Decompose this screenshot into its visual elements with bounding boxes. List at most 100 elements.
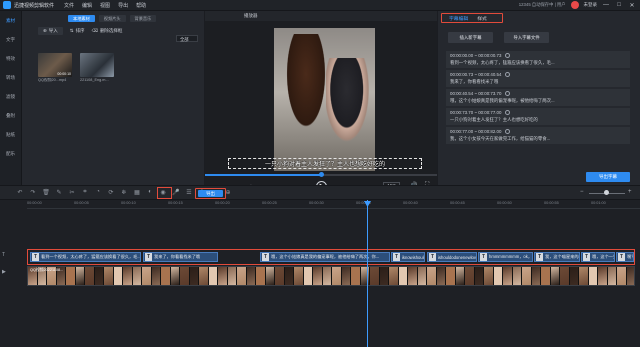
progress-bar[interactable] <box>205 172 437 177</box>
subtitle-clip[interactable]: Tishouldodonenewlov... <box>427 252 477 262</box>
video-frame-thumb <box>541 267 551 285</box>
rail-item-text[interactable]: 文字 <box>0 30 21 49</box>
subtitle-time-row: 00:00:00.73 ~ 00:00:40.54 <box>450 72 626 77</box>
clock-icon[interactable] <box>505 110 511 115</box>
zoom-out-icon[interactable]: − <box>580 189 584 195</box>
trash-icon[interactable]: 🗑 <box>42 189 50 196</box>
export-button[interactable]: 导出 <box>198 190 223 197</box>
rail-item-transitions[interactable]: 转场 <box>0 68 21 87</box>
tab-background-music[interactable]: 背景音乐 <box>129 14 157 22</box>
subtitle-clip[interactable]: Thmmmmmmmm，ok，这个... <box>478 252 533 262</box>
filter-select[interactable]: 全部 <box>176 35 198 42</box>
rail-item-stickers[interactable]: 贴纸 <box>0 125 21 144</box>
subtitle-clip[interactable]: Tiknowishould... <box>391 252 425 262</box>
zoom-slider[interactable]: − + <box>580 189 635 197</box>
media-file[interactable]: 00:00:10 QQ视频20...mp4 <box>38 53 72 83</box>
video-preview[interactable] <box>274 28 375 171</box>
subtitle-time-row: 00:00:77.00 ~ 00:00:82.00 <box>450 129 626 134</box>
playhead[interactable] <box>367 200 368 347</box>
title-right: 12345 自动保存中 | 用户 未登录 — □ ✕ <box>519 1 636 9</box>
mosaic-icon[interactable]: ▦ <box>133 189 141 196</box>
maximize-icon[interactable]: □ <box>615 2 623 8</box>
zoom-in-icon[interactable]: + <box>628 189 632 195</box>
video-frame-thumb <box>151 267 161 285</box>
subtitle-clip[interactable]: T 哦，这个小姑娘真是我的偏宠事呢，被他给嗨了两次，你... <box>260 252 390 262</box>
redo-icon[interactable]: ↷ <box>29 189 37 196</box>
ruler-tick: 00:00:45 <box>450 201 465 205</box>
subtitle-overlay[interactable]: 一只小狗对着主人发狂了？主人也想吃好吃的 <box>228 158 422 169</box>
subtitle-clip[interactable]: T 看到一个视频，太心疼了，猛箍应该换看了很久，毛.. <box>30 252 141 262</box>
rail-item-overlay[interactable]: 叠附 <box>0 106 21 125</box>
color-icon[interactable]: ◐ <box>146 189 154 196</box>
rail-item-media[interactable]: 素材 <box>0 11 21 30</box>
clock-icon[interactable] <box>505 91 511 96</box>
subtitle-clip-text: 嘿？嘿可嘿... <box>627 254 633 259</box>
video-frame-thumb <box>75 267 85 285</box>
media-file[interactable]: 221108_Eng.m... <box>80 53 114 83</box>
subtitle-clip[interactable]: T嘿？嘿可嘿... <box>616 252 634 262</box>
export-subtitle-button[interactable]: 导出字幕 <box>586 172 630 182</box>
rail-item-filters[interactable]: 滤镜 <box>0 87 21 106</box>
video-frame-thumb <box>322 267 332 285</box>
zoom-handle[interactable] <box>604 190 610 195</box>
video-track[interactable]: QQ视频20221108... <box>27 266 635 286</box>
subtitle-item[interactable]: 00:00:40.54 ~ 00:00:73.70 哦，这个小姑娘真是我的偏宠事… <box>446 89 630 106</box>
subtitle-text[interactable]: 我，这个小女孩今天在家做完工作，给猫猫的零食... <box>450 136 626 142</box>
clock-icon[interactable] <box>505 129 511 134</box>
clock-icon[interactable] <box>505 53 511 58</box>
import-button[interactable]: ⊕ 导入 <box>38 27 63 35</box>
video-frame-thumb <box>218 267 228 285</box>
rail-item-music[interactable]: 配乐 <box>0 144 21 163</box>
menu-help[interactable]: 帮助 <box>136 2 146 9</box>
subtitle-text[interactable]: 哦，这个小姑娘真是我的偏宠事呢，被他给嗨了两次... <box>450 98 626 104</box>
menu-file[interactable]: 文件 <box>64 2 74 9</box>
video-frame-thumb <box>208 267 218 285</box>
menu-edit[interactable]: 编辑 <box>82 2 92 9</box>
menu-export[interactable]: 导出 <box>118 2 128 9</box>
subtitle-clip[interactable]: T 我来了，你看看找米了哦 <box>143 252 218 262</box>
progress-handle[interactable] <box>319 172 324 177</box>
subtitle-text[interactable]: 一只小狗对着主人发狂了？主人也想吃好吃的 <box>450 117 626 123</box>
subtitle-clip[interactable]: T我，这个喵星来的小家伙，.. <box>534 252 580 262</box>
clock-icon[interactable] <box>505 72 511 77</box>
import-icon: ⊕ <box>43 28 47 33</box>
subtitle-item[interactable]: 00:00:00.73 ~ 00:00:40.54 我来了，你看看找米了哦 <box>446 70 630 87</box>
undo-icon[interactable]: ↶ <box>16 189 24 196</box>
sort-button[interactable]: ⇅ 排序 <box>70 28 85 34</box>
freeze-icon[interactable]: ❄ <box>120 189 128 196</box>
time-ruler[interactable]: 00:00:00 00:00:05 00:00:10 00:00:15 00:00:20… <box>27 200 640 209</box>
tab-intro-video[interactable]: 视频片头 <box>98 14 126 22</box>
delete-selection-button[interactable]: ⌫ 删除选择框 <box>92 28 123 34</box>
tab-local-media[interactable]: 本地素材 <box>68 14 95 22</box>
import-label: 导入 <box>48 28 58 33</box>
subtitle-actions: 插入新字幕 导入字幕文件 <box>448 32 549 43</box>
sort-label: 排序 <box>75 28 85 33</box>
subtitle-clip[interactable]: T哦，这个一只职业... <box>581 252 615 262</box>
subtitle-text[interactable]: 我来了，你看看找米了哦 <box>450 79 626 85</box>
thumbnail-image <box>80 53 114 77</box>
import-subtitle-button[interactable]: 导入字幕文件 <box>504 32 549 43</box>
crop-icon[interactable]: ⌗ <box>81 189 89 196</box>
close-icon[interactable]: ✕ <box>628 2 636 9</box>
tab-subtitle-edit[interactable]: 字幕编辑 <box>449 15 468 22</box>
list-icon[interactable]: ☰ <box>185 189 193 196</box>
subtitle-text[interactable]: 看到一个视频，太心疼了，猛箍应该换看了很久，毛... <box>450 60 626 66</box>
subtitle-panel: 字幕编辑 样式 插入新字幕 导入字幕文件 00:00:00.00 ~ 00:00… <box>438 11 640 185</box>
avatar[interactable] <box>570 1 579 9</box>
edit-icon[interactable]: ✎ <box>55 189 63 196</box>
subtitle-item[interactable]: 00:00:77.00 ~ 00:00:82.00 我，这个小女孩今天在家做完工… <box>446 127 630 144</box>
rail-item-effects[interactable]: 特效 <box>0 49 21 68</box>
speed-icon[interactable]: ◔ <box>94 189 102 196</box>
subtitle-item[interactable]: 00:00:00.00 ~ 00:00:00.73 看到一个视频，太心疼了，猛箍… <box>446 51 630 68</box>
rotate-icon[interactable]: ⟳ <box>107 189 115 196</box>
login-link[interactable]: 未登录 <box>584 2 598 8</box>
minimize-icon[interactable]: — <box>602 2 610 8</box>
app-title: 迅捷视频剪辑软件 <box>14 2 55 9</box>
split-icon[interactable]: ✂ <box>68 189 76 196</box>
tab-style[interactable]: 样式 <box>477 15 487 22</box>
subtitle-item[interactable]: 00:00:73.70 ~ 00:00:77.00 一只小狗对着主人发狂了？主人… <box>446 108 630 125</box>
mic-icon[interactable]: 🎤 <box>172 189 180 196</box>
sort-icon: ⇅ <box>69 28 74 33</box>
insert-subtitle-button[interactable]: 插入新字幕 <box>448 32 493 43</box>
menu-view[interactable]: 视图 <box>100 2 110 9</box>
